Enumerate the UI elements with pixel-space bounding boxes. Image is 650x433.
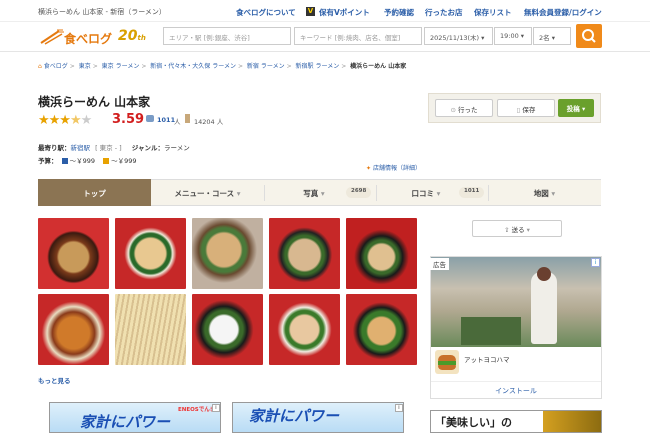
breadcrumb-item[interactable]: 新宿駅 ラーメン [296,63,340,70]
rating-score: 3.59 [112,112,145,127]
bookmark-count: 14204 人 [194,118,224,126]
search-button[interactable] [576,24,602,48]
bottom-ad-text: 「美味しい」の [435,416,512,429]
ad-plants [461,317,521,345]
ad-info-icon[interactable]: i [591,258,600,267]
food-photo[interactable] [192,294,263,365]
lunch-icon [103,158,110,164]
ad-app-name: アットヨコハマ [464,356,510,364]
breadcrumb-item[interactable]: 新宿 ラーメン [247,63,285,70]
breadcrumb-item[interactable]: 東京 [79,63,91,70]
review-count[interactable]: 1011 [157,116,175,124]
area-search-input[interactable]: エリア・駅 [例:銀座、渋谷] [163,27,291,45]
eneos-logo: ENEOSでんき [178,407,216,413]
reservation-link[interactable]: 予約確認 [384,7,414,18]
tab-map[interactable]: 地図 ▾ [488,179,601,206]
time-select[interactable]: 19:00 ▾ [494,27,532,45]
bookmark-outline-icon: ▯ [516,106,521,114]
bottom-ad-image [543,411,601,432]
ad-app-icon [435,350,459,374]
people-select[interactable]: 2名 ▾ [533,27,571,45]
review-icon [146,115,154,122]
rating-stars: ★★★★★ [38,113,92,128]
bookmark-icon [185,114,190,123]
about-link[interactable]: 食べログについて [236,7,296,18]
food-photo[interactable] [192,218,263,289]
ad-install-button[interactable]: インストール [431,381,601,398]
v-point-icon: V [306,7,315,16]
breadcrumb: ⌂ 食べログ > 東京 > 東京 ラーメン > 新宿・代々木・大久保 ラーメン > 新宿… [38,63,407,70]
food-photo[interactable] [38,294,109,365]
ad-info-icon[interactable]: i [395,404,403,412]
shop-name: 横浜らーめん 山本家 [38,95,151,109]
ad-person [531,272,557,344]
tab-menu[interactable]: メニュー・コース ▾ [151,179,264,206]
logo[interactable]: 食べログ [64,30,112,47]
food-photo[interactable] [269,294,340,365]
anniversary-logo: 20th [118,28,146,44]
dinner-icon [61,158,68,164]
share-icon: ⇪ [504,226,510,234]
sidebar-bottom-ad[interactable]: 「美味しい」の [430,410,602,433]
food-photo[interactable] [346,294,417,365]
food-photo[interactable] [269,218,340,289]
signup-login-link[interactable]: 無料会員登録/ログイン [524,7,602,18]
home-icon: ⌂ [38,63,42,70]
shop-detail-link[interactable]: ✦ 店舗情報（詳細） [366,163,421,172]
share-button[interactable]: ⇪ 送る ▾ [472,220,562,237]
review-unit: 人 [174,118,181,126]
saved-list-link[interactable]: 保存リスト [474,7,512,18]
ad-image[interactable] [431,257,601,347]
food-photo[interactable] [115,294,186,365]
visited-link[interactable]: 行ったお店 [425,7,463,18]
ad-person-head [537,267,551,281]
photo-count-badge: 2698 [346,187,372,198]
breadcrumb-item[interactable]: 食べログ [44,63,68,70]
ad-label: 広告 [430,258,449,270]
food-photo[interactable] [38,218,109,289]
breadcrumb-item[interactable]: 新宿・代々木・大久保 ラーメン [150,63,236,70]
food-photo[interactable] [346,218,417,289]
budget-info: 予算： ～￥999 ～￥999 [38,157,137,165]
energy-banner-ad[interactable]: 家計にパワー ENEOSでんき i [49,402,221,433]
energy-banner-ad[interactable]: 家計にパワー i [232,402,404,433]
ad-info-icon[interactable]: i [212,404,220,412]
went-button[interactable]: ⊙ 行った [435,99,493,117]
tab-top[interactable]: トップ [38,179,151,206]
station-info: 最寄り駅：新宿駅 [ 東京 - ] ジャンル：ラーメン [38,144,190,152]
v-point-link[interactable]: 保有Vポイント [319,7,370,18]
save-button[interactable]: ▯ 保存 [497,99,555,117]
breadcrumb-item[interactable]: 東京 ラーメン [102,63,140,70]
pin-icon: ⊙ [450,106,456,114]
food-photo[interactable] [115,218,186,289]
banner-headline: 家計にパワー [249,407,340,425]
keyword-search-input[interactable]: キーワード [例:焼肉、店名、個室] [294,27,422,45]
logo-fork-icon [40,29,64,45]
search-icon [582,29,596,43]
review-count-badge: 1011 [459,187,485,198]
post-button[interactable]: 投稿 ▾ [558,99,594,117]
more-photos-link[interactable]: もっと見る [38,375,71,385]
banner-headline: 家計にパワー [80,413,171,431]
page-title-small: 横浜らーめん 山本家 - 新宿（ラーメン） [38,8,166,16]
breadcrumb-current: 横浜らーめん 山本家 [350,63,407,70]
date-select[interactable]: 2025/11/13(木) ▾ [424,27,493,45]
